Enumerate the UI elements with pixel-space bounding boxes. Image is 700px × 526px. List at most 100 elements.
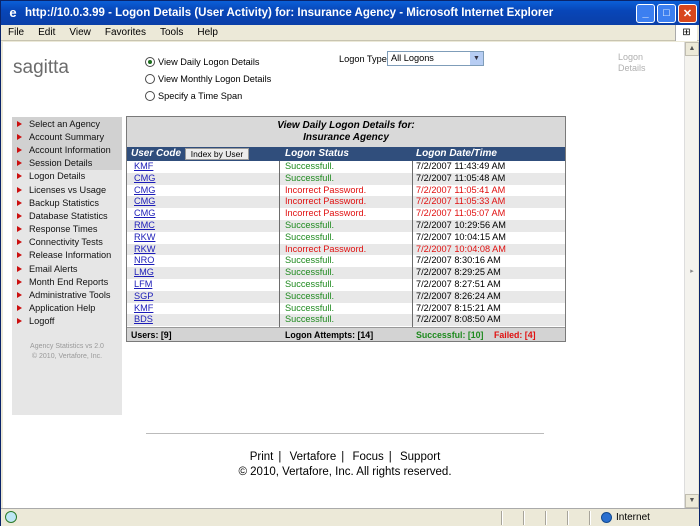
radio-icon[interactable] xyxy=(145,74,155,84)
sidebar-item-label: Release Information xyxy=(29,250,112,261)
logon-status: Successfull. xyxy=(285,161,335,171)
index-by-user-button[interactable]: Index by User xyxy=(185,148,249,160)
arrow-right-icon xyxy=(17,305,22,312)
table-row: KMF Successfull. 7/2/2007 8:15:21 AM xyxy=(127,303,565,315)
sidebar-item[interactable]: Backup Statistics xyxy=(12,196,122,209)
radio-selected-icon[interactable] xyxy=(145,57,155,67)
logon-type-label: Logon Type: xyxy=(339,54,390,64)
sidebar-item-label: Response Times xyxy=(29,224,98,235)
logon-datetime: 7/2/2007 11:05:33 AM xyxy=(416,196,506,207)
radio-monthly[interactable]: View Monthly Logon Details xyxy=(145,74,271,84)
scroll-down-icon[interactable]: ▼ xyxy=(685,494,699,508)
menu-view[interactable]: View xyxy=(62,27,98,38)
sidebar-item[interactable]: Select an Agency xyxy=(12,117,122,131)
logon-datetime: 7/2/2007 8:26:24 AM xyxy=(416,290,501,301)
logon-type-select[interactable]: All Logons ▼ xyxy=(387,51,484,66)
arrow-right-icon xyxy=(17,318,22,325)
sidebar-footer: Agency Statistics vs 2.0 © 2010, Vertafor… xyxy=(12,342,122,362)
sidebar-item[interactable]: Account Information xyxy=(12,143,122,157)
user-code-link[interactable]: KMF xyxy=(134,161,153,173)
chevron-down-icon[interactable]: ▼ xyxy=(470,52,483,65)
radio-daily[interactable]: View Daily Logon Details xyxy=(145,57,259,67)
logon-datetime: 7/2/2007 11:05:41 AM xyxy=(416,184,506,195)
logon-datetime: 7/2/2007 8:30:16 AM xyxy=(416,255,501,266)
arrow-right-icon xyxy=(17,212,22,219)
sidebar-item[interactable]: Month End Reports xyxy=(12,275,122,288)
logon-datetime: 7/2/2007 11:05:07 AM xyxy=(416,208,506,219)
logon-status: Successfull. xyxy=(285,290,335,301)
focus-link[interactable]: Focus xyxy=(352,451,383,463)
arrow-right-icon xyxy=(17,186,22,193)
sidebar-item[interactable]: Response Times xyxy=(12,223,122,236)
panel-heading-line2: Insurance Agency xyxy=(303,131,389,143)
windows-logo-icon: ⊞ xyxy=(675,25,697,41)
menu-tools[interactable]: Tools xyxy=(153,27,190,38)
table-row: CMG Successfull. 7/2/2007 11:05:48 AM xyxy=(127,172,565,185)
user-code-link[interactable]: RKW xyxy=(134,244,155,256)
table-row: NRO Successfull. 7/2/2007 8:30:16 AM xyxy=(127,255,565,267)
sidebar: Select an Agency Account Summary Account I… xyxy=(12,117,122,415)
radio-timespan-label: Specify a Time Span xyxy=(158,91,243,101)
sidebar-item[interactable]: Database Statistics xyxy=(12,209,122,222)
page-content: sagitta View Daily Logon Details View Mo… xyxy=(3,42,685,508)
user-code-link[interactable]: KMF xyxy=(134,303,153,315)
close-button[interactable]: ✕ xyxy=(678,3,697,23)
sidebar-item[interactable]: Logon Details xyxy=(12,170,122,183)
minimize-button[interactable]: _ xyxy=(636,3,655,23)
sidebar-item[interactable]: Administrative Tools xyxy=(12,288,122,301)
vertafore-link[interactable]: Vertafore xyxy=(290,451,337,463)
menu-file[interactable]: File xyxy=(1,27,31,38)
support-link[interactable]: Support xyxy=(400,451,440,463)
panel-heading: View Daily Logon Details for: Insurance … xyxy=(127,117,565,147)
scroll-grip-icon: ▸ xyxy=(690,268,694,275)
user-code-link[interactable]: RMC xyxy=(134,220,155,232)
sidebar-item[interactable]: Connectivity Tests xyxy=(12,236,122,249)
user-code-link[interactable]: CMG xyxy=(134,185,155,197)
radio-daily-label: View Daily Logon Details xyxy=(158,57,260,67)
table-row: LFM Successfull. 7/2/2007 8:27:51 AM xyxy=(127,279,565,291)
sidebar-item-label: Backup Statistics xyxy=(29,197,99,208)
logon-status: Successfull. xyxy=(285,302,335,313)
logon-datetime: 7/2/2007 10:04:15 AM xyxy=(416,231,506,242)
table-row: CMG Incorrect Password. 7/2/2007 11:05:41 … xyxy=(127,185,565,197)
scroll-up-icon[interactable]: ▲ xyxy=(685,42,699,56)
logon-status: Successfull. xyxy=(285,220,335,230)
user-code-link[interactable]: CMG xyxy=(134,173,155,185)
sidebar-item-label: Account Information xyxy=(29,144,111,155)
logon-status: Incorrect Password. xyxy=(285,243,367,254)
logon-datetime: 7/2/2007 8:29:25 AM xyxy=(416,267,501,278)
menu-help[interactable]: Help xyxy=(190,27,225,38)
sidebar-item[interactable]: Session Details xyxy=(12,156,122,170)
table-row: CMG Incorrect Password. 7/2/2007 11:05:07 … xyxy=(127,208,565,220)
user-code-link[interactable]: BDS xyxy=(134,314,153,326)
sidebar-item[interactable]: Release Information xyxy=(12,249,122,262)
menu-favorites[interactable]: Favorites xyxy=(98,27,153,38)
footer-users: Users: [9] xyxy=(131,330,172,340)
sidebar-item-label: Select an Agency xyxy=(29,118,100,129)
sidebar-item-label: Logoff xyxy=(29,316,55,327)
user-code-link[interactable]: LMG xyxy=(134,267,154,279)
sidebar-item[interactable]: Licenses vs Usage xyxy=(12,183,122,196)
sidebar-item[interactable]: Logoff xyxy=(12,315,122,328)
menu-edit[interactable]: Edit xyxy=(31,27,62,38)
logon-status: Successfull. xyxy=(285,255,335,266)
user-code-link[interactable]: NRO xyxy=(134,255,154,267)
user-code-link[interactable]: SGP xyxy=(134,291,153,303)
arrow-right-icon xyxy=(17,146,22,153)
maximize-button[interactable]: □ xyxy=(657,3,676,23)
user-code-link[interactable]: CMG xyxy=(134,208,155,220)
logon-status: Successfull. xyxy=(285,314,335,325)
sidebar-item-label: Session Details xyxy=(29,158,93,169)
user-code-link[interactable]: CMG xyxy=(134,196,155,208)
user-code-link[interactable]: RKW xyxy=(134,232,155,244)
vertical-scrollbar[interactable]: ▲ ▸ ▼ xyxy=(684,42,699,508)
user-code-link[interactable]: LFM xyxy=(134,279,152,291)
radio-timespan[interactable]: Specify a Time Span xyxy=(145,91,242,101)
radio-icon[interactable] xyxy=(145,91,155,101)
sidebar-item[interactable]: Application Help xyxy=(12,302,122,315)
sidebar-item[interactable]: Account Summary xyxy=(12,130,122,144)
sidebar-item[interactable]: Email Alerts xyxy=(12,262,122,275)
logon-status: Successfull. xyxy=(285,231,335,242)
print-link[interactable]: Print xyxy=(250,451,274,463)
table-header: User Code Index by User Logon Status Log… xyxy=(127,147,565,161)
